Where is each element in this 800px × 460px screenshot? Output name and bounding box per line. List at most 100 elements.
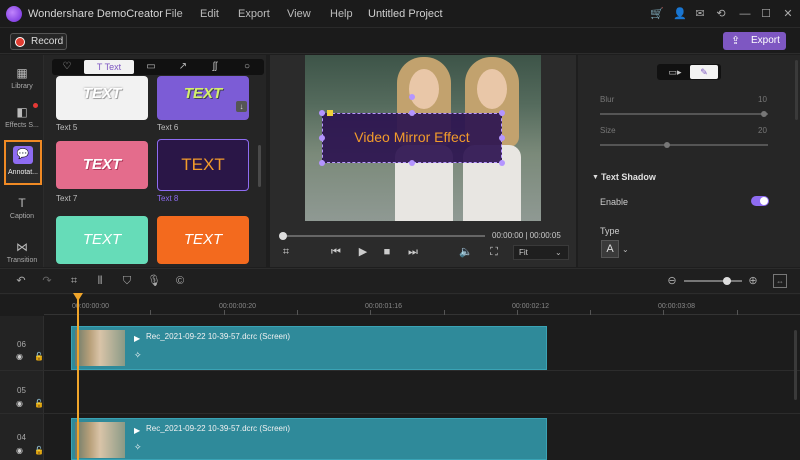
lock-icon[interactable]: 🔓 [34, 352, 44, 361]
text-template-9[interactable]: TEXT [56, 216, 148, 264]
download-icon[interactable]: ↓ [236, 101, 247, 112]
edit-mode-icon[interactable]: ✎ [690, 65, 718, 79]
face [477, 69, 507, 109]
visibility-eye-icon[interactable]: ◉ [16, 446, 23, 455]
resize-handle[interactable] [499, 110, 505, 116]
clip-label: Rec_2021-09-22 10-39-57.dcrc (Screen) [146, 424, 291, 433]
fit-timeline-icon[interactable]: ⇔ [773, 274, 787, 288]
zoom-in-icon[interactable]: ⊕ [746, 274, 760, 288]
sidebar-item-library[interactable]: ▦ Library [0, 66, 44, 90]
effects-icon: ◧ [16, 105, 28, 119]
properties-mode-toggle: ▭▸ ✎ [657, 64, 721, 80]
tab-shape-heart-icon[interactable]: ♡ [54, 60, 80, 74]
text-template-5[interactable]: TEXT [56, 76, 148, 120]
text-template-10[interactable]: TEXT [157, 216, 249, 264]
resize-handle[interactable] [499, 160, 505, 166]
menu-export[interactable]: Export [238, 8, 270, 20]
record-button[interactable]: Record [10, 33, 67, 50]
resize-handle[interactable] [319, 135, 325, 141]
tile-caption: Text 8 [157, 194, 179, 203]
tab-arrow-icon[interactable]: ↗ [170, 60, 196, 74]
text-template-7[interactable]: TEXT [56, 141, 148, 189]
sidebar-item-caption[interactable]: T Caption [0, 196, 44, 220]
fullscreen-icon[interactable]: ⛶ [487, 245, 501, 259]
collapse-caret-icon[interactable]: ▼ [592, 174, 599, 181]
text-overlay-box[interactable]: Video Mirror Effect [322, 113, 502, 163]
text-shadow-toggle[interactable] [751, 196, 769, 206]
tab-text[interactable]: T Text [84, 60, 134, 74]
playhead[interactable] [77, 294, 79, 460]
visibility-eye-icon[interactable]: ◉ [16, 399, 23, 408]
lock-icon[interactable]: 🔓 [34, 446, 44, 455]
library-scrollbar[interactable] [258, 145, 261, 187]
menu-file[interactable]: File [165, 8, 183, 20]
sidebar-item-effects[interactable]: ◧ Effects S... [0, 105, 44, 129]
close-icon[interactable]: ✕ [781, 7, 795, 21]
fit-select-value: Fit [519, 248, 528, 257]
ruler-label: 00:00:02:12 [512, 303, 549, 310]
timeline-scrollbar[interactable] [794, 330, 797, 400]
volume-icon[interactable]: 🔈 [459, 245, 473, 259]
play-icon[interactable]: ▶ [356, 245, 370, 259]
menu-edit[interactable]: Edit [200, 8, 219, 20]
resize-handle[interactable] [319, 160, 325, 166]
redo-icon[interactable]: ↷ [40, 274, 54, 288]
next-frame-icon[interactable]: ⏭ [406, 245, 420, 259]
sidebar-item-annotation[interactable]: 💬 Annotat... [4, 140, 42, 185]
undo-icon[interactable]: ↶ [14, 274, 28, 288]
menu-view[interactable]: View [287, 8, 311, 20]
size-slider-knob[interactable] [664, 142, 670, 148]
enable-label: Enable [600, 197, 629, 207]
zoom-out-icon[interactable]: ⊖ [665, 274, 679, 288]
copyright-icon[interactable]: © [173, 274, 187, 288]
sidebar-item-label: Annotat... [8, 169, 38, 176]
seek-bar[interactable] [281, 235, 485, 237]
size-slider[interactable] [600, 144, 768, 146]
export-button[interactable]: ⇪ Export [723, 32, 786, 50]
tab-callout-icon[interactable]: ▭ [138, 60, 164, 74]
crop-icon[interactable]: ⌗ [67, 274, 81, 288]
microphone-icon[interactable]: 🎙 [147, 274, 161, 288]
split-icon[interactable]: ⫴ [93, 274, 107, 288]
ruler-tick [590, 310, 591, 315]
screenshot-icon[interactable]: ⌗ [279, 245, 293, 259]
resize-handle[interactable] [409, 160, 415, 166]
resize-handle[interactable] [409, 110, 415, 116]
notification-icon[interactable]: ✉ [693, 7, 707, 21]
anchor-handle[interactable] [327, 110, 333, 116]
tile-text: TEXT [183, 85, 223, 102]
maximize-icon[interactable]: ☐ [759, 7, 773, 21]
chevron-down-icon[interactable]: ⌄ [622, 245, 629, 254]
zoom-slider[interactable] [684, 280, 742, 282]
tab-sketch-icon[interactable]: ʃʃ [202, 60, 228, 74]
menu-help[interactable]: Help [330, 8, 353, 20]
timeline-clip[interactable]: ▶ Rec_2021-09-22 10-39-57.dcrc (Screen) … [71, 418, 547, 460]
seek-knob[interactable] [279, 232, 287, 240]
stop-icon[interactable]: ■ [380, 245, 394, 259]
timeline-clip[interactable]: ▶ Rec_2021-09-22 10-39-57.dcrc (Screen) … [71, 326, 547, 370]
cart-icon[interactable]: 🛒 [650, 7, 664, 21]
blur-slider[interactable] [600, 113, 768, 115]
previous-frame-icon[interactable]: ⏮ [329, 245, 343, 259]
resize-handle[interactable] [499, 135, 505, 141]
minimize-icon[interactable]: — [738, 7, 752, 21]
shadow-type-select[interactable]: A [601, 240, 619, 258]
support-icon[interactable]: ⟲ [714, 7, 728, 21]
tab-circle-icon[interactable]: ○ [234, 60, 260, 74]
category-tabs: ♡ T Text ▭ ↗ ʃʃ ○ [52, 59, 264, 75]
account-icon[interactable]: 👤 [673, 7, 687, 21]
export-label: Export [751, 35, 780, 46]
rotate-handle[interactable] [409, 94, 415, 100]
video-mode-icon[interactable]: ▭▸ [663, 65, 687, 79]
text-overlay-label: Video Mirror Effect [354, 129, 470, 145]
text-template-8[interactable]: TEXT [157, 139, 249, 191]
sidebar-item-transition[interactable]: ⋈ Transition [0, 240, 44, 264]
lock-icon[interactable]: 🔓 [34, 399, 44, 408]
visibility-eye-icon[interactable]: ◉ [16, 352, 23, 361]
resize-handle[interactable] [319, 110, 325, 116]
text-template-6[interactable]: TEXT ↓ [157, 76, 249, 120]
mark-icon[interactable]: ⛉ [120, 274, 134, 288]
zoom-slider-knob[interactable] [723, 277, 731, 285]
blur-slider-knob[interactable] [761, 111, 767, 117]
properties-scrollbar[interactable] [795, 60, 798, 120]
